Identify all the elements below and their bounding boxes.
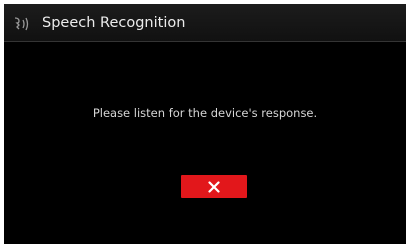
speech-recognition-screen: Speech Recognition Please listen for the… [4,4,406,244]
page-title: Speech Recognition [42,15,186,31]
close-icon [208,181,220,193]
dialog-body: Please listen for the device's response. [4,42,406,244]
status-message: Please listen for the device's response. [92,106,318,120]
cancel-button[interactable] [181,175,247,198]
header-bar: Speech Recognition [4,4,406,42]
voice-recognition-icon [13,16,33,32]
